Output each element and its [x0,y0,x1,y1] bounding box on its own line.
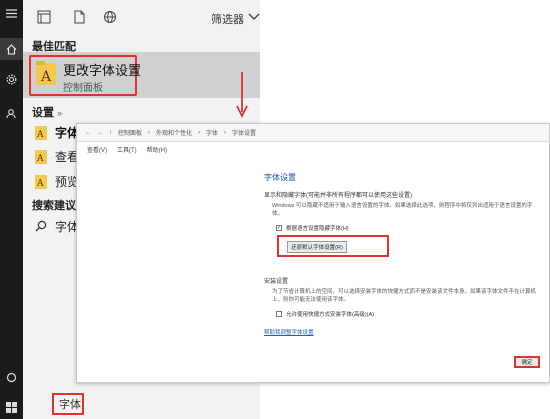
checkbox-label: 允许使用快捷方式安装字体(高级)(A) [286,312,374,318]
hide-fonts-checkbox[interactable]: ✓ 根据语言设置隐藏字体(H) [276,224,349,232]
breadcrumb-item[interactable]: 控制面板 [118,128,142,137]
shortcut-install-checkbox[interactable]: 允许使用快捷方式安装字体(高级)(A) [276,310,374,318]
checkbox-unchecked-icon[interactable] [276,311,282,317]
font-settings-content: 字体设置 显示和隐藏字体(可能并非所有程序都可以使用这些设置) Windows … [259,166,544,376]
font-settings-window: ← → ↑ 控制面板 › 外观和个性化 › 字体 › 字体设置 查看(V) 工具… [76,123,550,383]
svg-text:A: A [40,69,52,85]
hamburger-menu-icon[interactable] [0,2,23,24]
best-match-subtitle: 控制面板 [63,83,103,94]
ok-button[interactable]: 确定 [514,356,540,368]
person-icon[interactable] [0,102,23,124]
filter-bar: 筛选器 [23,0,260,34]
breadcrumb-item[interactable]: 外观和个性化 [156,128,192,137]
font-file-icon: A [35,125,47,140]
checkbox-checked-icon[interactable]: ✓ [276,225,282,231]
home-icon[interactable] [0,38,23,60]
document-icon[interactable] [72,10,86,24]
search-input-text: 字体 [59,399,81,411]
best-match-name: 更改字体设置 [63,63,142,78]
chevron-down-icon[interactable] [248,12,260,22]
nav-back-icon[interactable]: ← [85,130,91,136]
red-arrow-annotation [236,72,248,118]
nav-up-icon[interactable]: ↑ [109,130,112,136]
suggestion-item[interactable]: 字体 [35,218,79,235]
settings-item-3[interactable]: A 预览 [35,173,79,190]
section-title-install: 安装设置 [264,279,289,285]
nav-forward-icon[interactable]: → [97,130,103,136]
svg-text:A: A [36,179,44,189]
filter-label[interactable]: 筛选器 [211,11,244,27]
svg-text:A: A [36,130,44,140]
address-bar[interactable]: ← → ↑ 控制面板 › 外观和个性化 › 字体 › 字体设置 [77,124,549,142]
breadcrumb-separator: › [148,129,151,136]
font-file-icon: A [35,174,47,189]
font-folder-icon: A [36,61,56,85]
svg-text:A: A [36,154,44,164]
breadcrumb-item[interactable]: 字体设置 [232,128,256,137]
checkbox-label: 根据语言设置隐藏字体(H) [286,226,349,232]
settings-item-2[interactable]: A 查看 [35,148,79,165]
settings-chevron: » [57,108,63,118]
window-body: 字体设置 显示和隐藏字体(可能并非所有程序都可以使用这些设置) Windows … [77,156,549,382]
font-file-icon: A [35,149,47,164]
menu-bar: 查看(V) 工具(T) 帮助(H) [77,142,549,156]
section-desc-hide-fonts: Windows 可以隐藏不适用于输入语言设置的字体。如果选择此选项，则程序中将仅… [272,203,533,217]
search-icon [35,220,47,231]
breadcrumb-separator: › [224,129,227,136]
menu-view[interactable]: 查看(V) [87,145,107,154]
page-title: 字体设置 [264,173,296,182]
circle-icon[interactable] [0,366,23,388]
taskbar-rail [0,0,23,419]
help-link[interactable]: 帮助我调整字体设置 [264,328,314,336]
apps-icon[interactable] [37,10,51,24]
settings-item-1[interactable]: A 字体 [35,124,79,141]
menu-tools[interactable]: 工具(T) [117,145,137,154]
settings-heading: 设置 » [32,104,62,120]
settings-heading-label: 设置 [32,107,54,119]
gear-icon[interactable] [0,68,23,90]
menu-help[interactable]: 帮助(H) [147,145,167,154]
globe-icon[interactable] [103,10,117,24]
restore-default-fonts-button[interactable]: 还原默认字体设置(R) [287,241,347,253]
section-desc-install: 为了节省计算机上的空间，可以选择安装字体的快捷方式而不是安装该文件本身。如果该字… [272,289,537,303]
suggestions-heading: 搜索建议 [32,200,76,212]
breadcrumb-item[interactable]: 字体 [206,128,218,137]
breadcrumb-separator: › [198,129,201,136]
windows-logo-icon[interactable] [0,396,23,418]
section-title-hide-fonts: 显示和隐藏字体(可能并非所有程序都可以使用这些设置) [264,193,412,199]
